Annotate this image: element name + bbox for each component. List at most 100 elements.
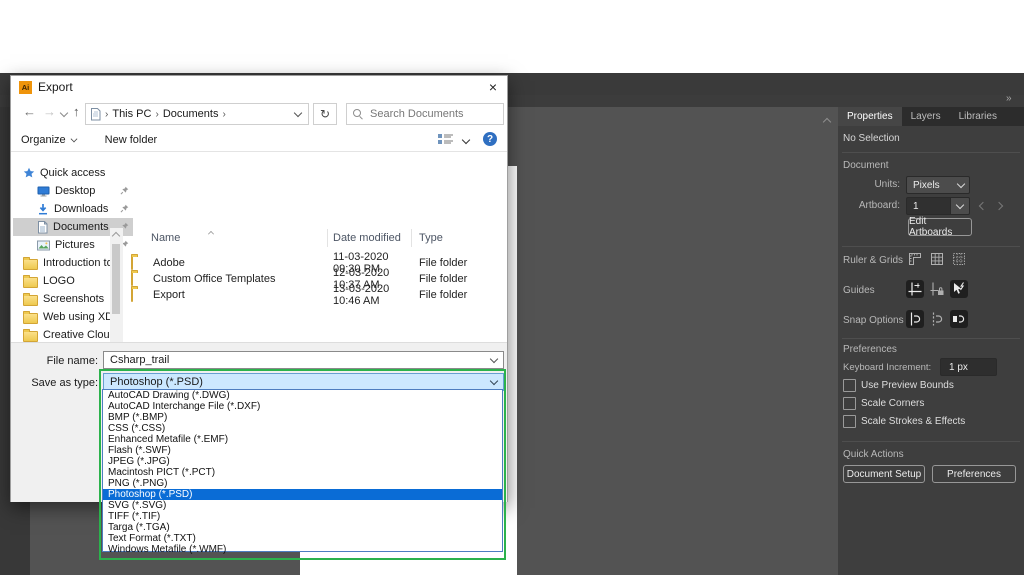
sidebar-item-introduction-to-i[interactable]: Introduction to i	[13, 254, 119, 272]
sidebar-item-logo[interactable]: LOGO	[13, 272, 119, 290]
forward-button[interactable]: →	[43, 104, 56, 119]
folder-icon	[23, 328, 38, 342]
back-button[interactable]: ←	[23, 104, 36, 119]
recent-locations-icon[interactable]	[59, 108, 69, 118]
format-option[interactable]: SVG (*.SVG)	[103, 500, 502, 511]
folder-icon	[23, 310, 38, 324]
format-option[interactable]: Targa (*.TGA)	[103, 522, 502, 533]
search-placeholder: Search Documents	[370, 108, 464, 120]
sidebar-item-downloads[interactable]: Downloads	[13, 200, 133, 218]
tab-libraries[interactable]: Libraries	[950, 107, 1006, 126]
snap-to-grid-icon[interactable]	[906, 310, 924, 328]
preferences-button[interactable]: Preferences	[932, 465, 1016, 483]
file-list: Name Date modified Type Adobe 11-03-2020 …	[123, 228, 505, 342]
filename-input[interactable]: Csharp_trail	[103, 351, 504, 369]
format-option[interactable]: Windows Metafile (*.WMF)	[103, 544, 502, 555]
selection-status: No Selection	[843, 133, 900, 144]
transparency-grid-icon[interactable]	[950, 250, 968, 268]
breadcrumb-segment[interactable]: This PC	[112, 108, 151, 120]
sidebar-item-label: Web using XD	[43, 311, 114, 323]
grid-icon[interactable]	[928, 250, 946, 268]
document-setup-button[interactable]: Document Setup	[843, 465, 925, 483]
quick-actions-heading: Quick Actions	[843, 449, 904, 460]
breadcrumb-separator-icon: ›	[222, 108, 226, 120]
refresh-button[interactable]: ↻	[313, 103, 337, 125]
folder-icon	[23, 292, 38, 306]
breadcrumb-segment[interactable]: Documents	[163, 108, 219, 120]
units-dropdown[interactable]: Pixels	[906, 176, 970, 194]
table-row[interactable]: Adobe 11-03-2020 09:30 PM File folder	[123, 251, 505, 275]
organize-menu[interactable]: Organize	[21, 134, 78, 146]
sort-ascending-icon	[208, 231, 214, 237]
column-header-name[interactable]: Name	[123, 231, 327, 244]
file-search-input[interactable]: Search Documents	[346, 103, 504, 125]
address-bar[interactable]: › This PC › Documents ›	[85, 103, 309, 125]
format-option[interactable]: CSS (*.CSS)	[103, 423, 502, 434]
checkbox-scale-corners[interactable]	[843, 397, 856, 410]
format-option[interactable]: AutoCAD Drawing (*.DWG)	[103, 390, 502, 401]
format-option[interactable]: TIFF (*.TIF)	[103, 511, 502, 522]
artboard-value-field[interactable]: 1	[906, 197, 952, 215]
next-artboard-icon[interactable]	[994, 201, 1004, 211]
sidebar-item-web-using-xd[interactable]: Web using XD	[13, 308, 119, 326]
snap-to-glyph-icon[interactable]	[928, 310, 946, 328]
checkbox-use-preview-bounds[interactable]	[843, 379, 856, 392]
format-option[interactable]: JPEG (*.JPG)	[103, 456, 502, 467]
format-option[interactable]: Flash (*.SWF)	[103, 445, 502, 456]
artboard-label: Artboard:	[858, 200, 900, 211]
lock-guides-icon[interactable]	[928, 280, 946, 298]
new-folder-button[interactable]: New folder	[105, 134, 158, 146]
divider	[842, 441, 1020, 442]
search-icon	[353, 108, 364, 120]
guides-icon[interactable]	[906, 280, 924, 298]
filename-label: File name:	[46, 355, 98, 367]
tab-properties[interactable]: Properties	[838, 107, 902, 126]
checkbox-scale-strokes-effects[interactable]	[843, 415, 856, 428]
view-options-icon[interactable]	[438, 133, 454, 146]
close-icon[interactable]: ×	[489, 79, 497, 95]
table-row[interactable]: Custom Office Templates 12-03-2020 10:37 …	[123, 267, 505, 291]
dialog-toolbar: Organize New folder ?	[11, 128, 507, 152]
canvas-scroll-up-icon[interactable]	[822, 117, 832, 127]
smart-guides-icon[interactable]	[950, 280, 968, 298]
artboard-value: 1	[913, 200, 919, 212]
sidebar-item-screenshots[interactable]: Screenshots	[13, 290, 119, 308]
corner-ruler-icon[interactable]	[906, 250, 924, 268]
section-label: Guides	[843, 285, 875, 296]
filename-value: Csharp_trail	[110, 354, 170, 366]
edit-artboards-button[interactable]: Edit Artboards	[908, 216, 972, 238]
sidebar-scrollbar[interactable]	[110, 228, 123, 342]
scrollbar-thumb[interactable]	[112, 244, 120, 314]
file-date-modified: 13-03-2020 10:46 AM	[333, 283, 390, 307]
panel-overflow-icon[interactable]: »	[1006, 93, 1012, 104]
sidebar-item-creative-cloud-fil[interactable]: Creative Cloud Fil	[13, 326, 119, 342]
breadcrumb[interactable]: › This PC › Documents ›	[101, 108, 230, 120]
format-option[interactable]: BMP (*.BMP)	[103, 412, 502, 423]
prev-artboard-icon[interactable]	[978, 201, 988, 211]
column-header-type[interactable]: Type	[411, 232, 505, 244]
format-option[interactable]: AutoCAD Interchange File (*.DXF)	[103, 401, 502, 412]
help-icon[interactable]: ?	[483, 132, 497, 146]
table-row[interactable]: Export 13-03-2020 10:46 AM File folder	[123, 283, 505, 307]
document-heading: Document	[843, 160, 889, 171]
column-header-date[interactable]: Date modified	[327, 232, 411, 244]
keyboard-increment-value: 1 px	[949, 361, 968, 373]
format-option[interactable]: Enhanced Metafile (*.EMF)	[103, 434, 502, 445]
scroll-up-icon[interactable]	[111, 231, 121, 241]
artboard-dropdown-button[interactable]	[950, 197, 970, 215]
address-dropdown-icon[interactable]	[293, 108, 303, 118]
snap-to-pixel-icon[interactable]	[950, 310, 968, 328]
format-option[interactable]: Macintosh PICT (*.PCT)	[103, 467, 502, 478]
keyboard-increment-input[interactable]: 1 px	[940, 358, 997, 376]
view-options-dropdown-icon[interactable]	[461, 135, 471, 145]
sidebar-item-desktop[interactable]: Desktop	[13, 182, 133, 200]
format-option[interactable]: Text Format (*.TXT)	[103, 533, 502, 544]
format-option[interactable]: PNG (*.PNG)	[103, 478, 502, 489]
checkbox-label: Scale Strokes & Effects	[861, 416, 966, 427]
tab-layers[interactable]: Layers	[902, 107, 950, 126]
format-option[interactable]: Photoshop (*.PSD)	[103, 489, 502, 500]
chevron-down-icon	[956, 179, 966, 189]
up-button[interactable]: ↑	[73, 104, 80, 119]
sidebar-item-quick-access[interactable]: Quick access	[13, 164, 119, 182]
refresh-icon: ↻	[319, 107, 331, 121]
